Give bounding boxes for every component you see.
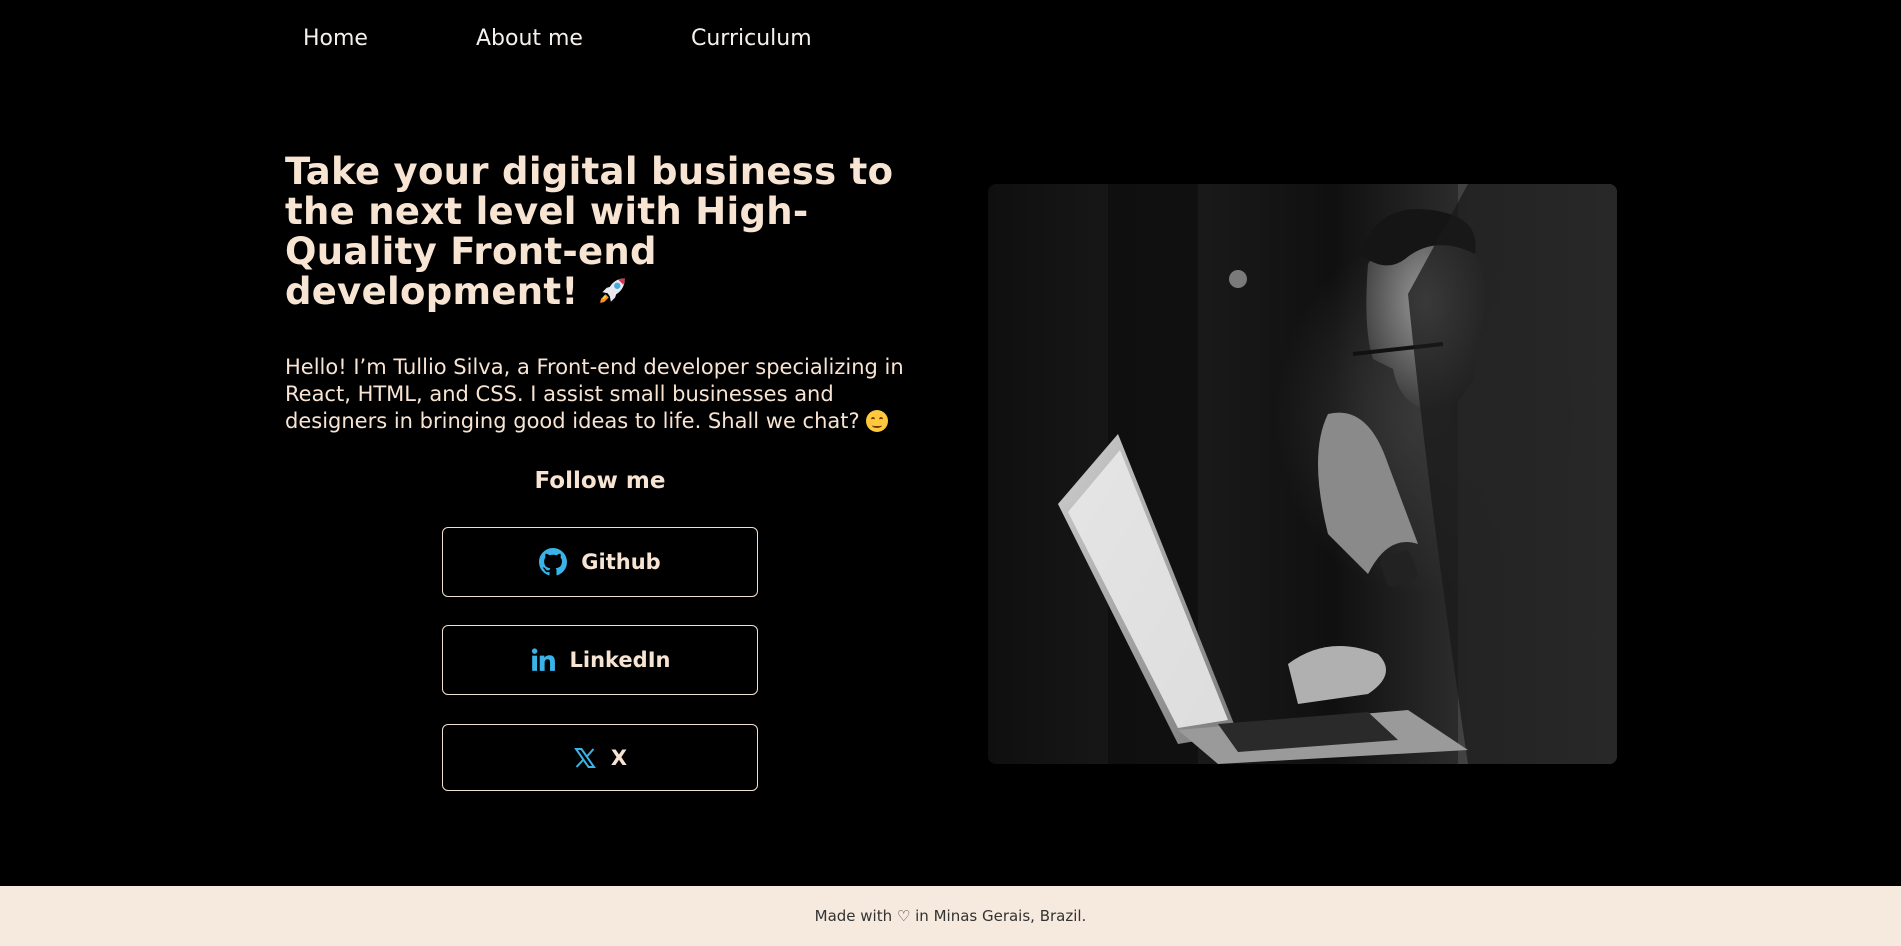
nav-home-link[interactable]: Home: [303, 26, 368, 51]
hero-heading-text: Take your digital business to the next l…: [285, 150, 894, 313]
footer-text-before: Made with: [814, 907, 893, 925]
smile-icon: [866, 410, 889, 432]
x-button[interactable]: X: [442, 724, 758, 791]
developer-photo-illustration: [1058, 184, 1617, 764]
footer-text-after: in Minas Gerais, Brazil.: [915, 907, 1087, 925]
nav-about-link[interactable]: About me: [476, 26, 583, 51]
x-logo-icon: [573, 746, 597, 770]
heart-icon: ♡: [896, 907, 911, 925]
main-nav: Home About me Curriculum: [303, 26, 812, 51]
hero-heading: Take your digital business to the next l…: [285, 152, 925, 315]
github-label: Github: [581, 550, 661, 574]
linkedin-label: LinkedIn: [569, 648, 671, 672]
site-footer: Made with ♡ in Minas Gerais, Brazil.: [0, 886, 1901, 946]
linkedin-button[interactable]: LinkedIn: [442, 625, 758, 695]
hero-intro: Hello! I’m Tullio Silva, a Front-end dev…: [285, 354, 935, 435]
x-label: X: [610, 745, 628, 770]
hero-photo: [988, 184, 1617, 764]
follow-heading: Follow me: [534, 468, 666, 494]
github-button[interactable]: Github: [442, 527, 758, 597]
rocket-icon: [596, 273, 630, 315]
linkedin-icon: [530, 647, 556, 673]
github-icon: [539, 548, 568, 576]
hero-intro-text: Hello! I’m Tullio Silva, a Front-end dev…: [285, 355, 904, 433]
page: Home About me Curriculum Take your digit…: [0, 0, 1901, 946]
nav-curriculum-link[interactable]: Curriculum: [691, 26, 812, 51]
